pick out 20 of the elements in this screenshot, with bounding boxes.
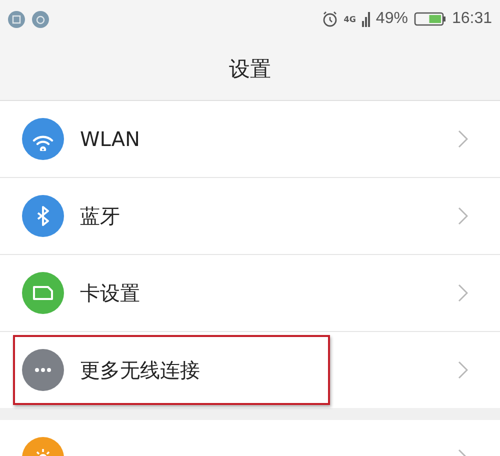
- chevron-icon: [458, 284, 468, 302]
- item-label: 卡设置: [80, 280, 140, 306]
- screen-title: 设置: [229, 56, 271, 83]
- notification-icon: [8, 10, 25, 28]
- network-type: 4G: [344, 14, 356, 24]
- battery-icon: [414, 12, 446, 26]
- settings-item[interactable]: 卡设置: [0, 254, 500, 331]
- item-label: 更多无线连接: [80, 356, 200, 384]
- battery-percent: 49%: [376, 10, 408, 28]
- chevron-icon: [458, 130, 468, 148]
- chevron-icon: [458, 361, 468, 379]
- signal-icon: [362, 12, 370, 26]
- clock-time: 16:31: [452, 10, 492, 28]
- settings-item[interactable]: 蓝牙: [0, 177, 500, 254]
- settings-item[interactable]: WLAN: [0, 101, 500, 177]
- notification-icon: [32, 10, 49, 28]
- item-label: WLAN: [80, 127, 140, 151]
- alarm-icon: [322, 11, 338, 27]
- item-label: 蓝牙: [80, 202, 120, 230]
- chevron-icon: [458, 207, 468, 225]
